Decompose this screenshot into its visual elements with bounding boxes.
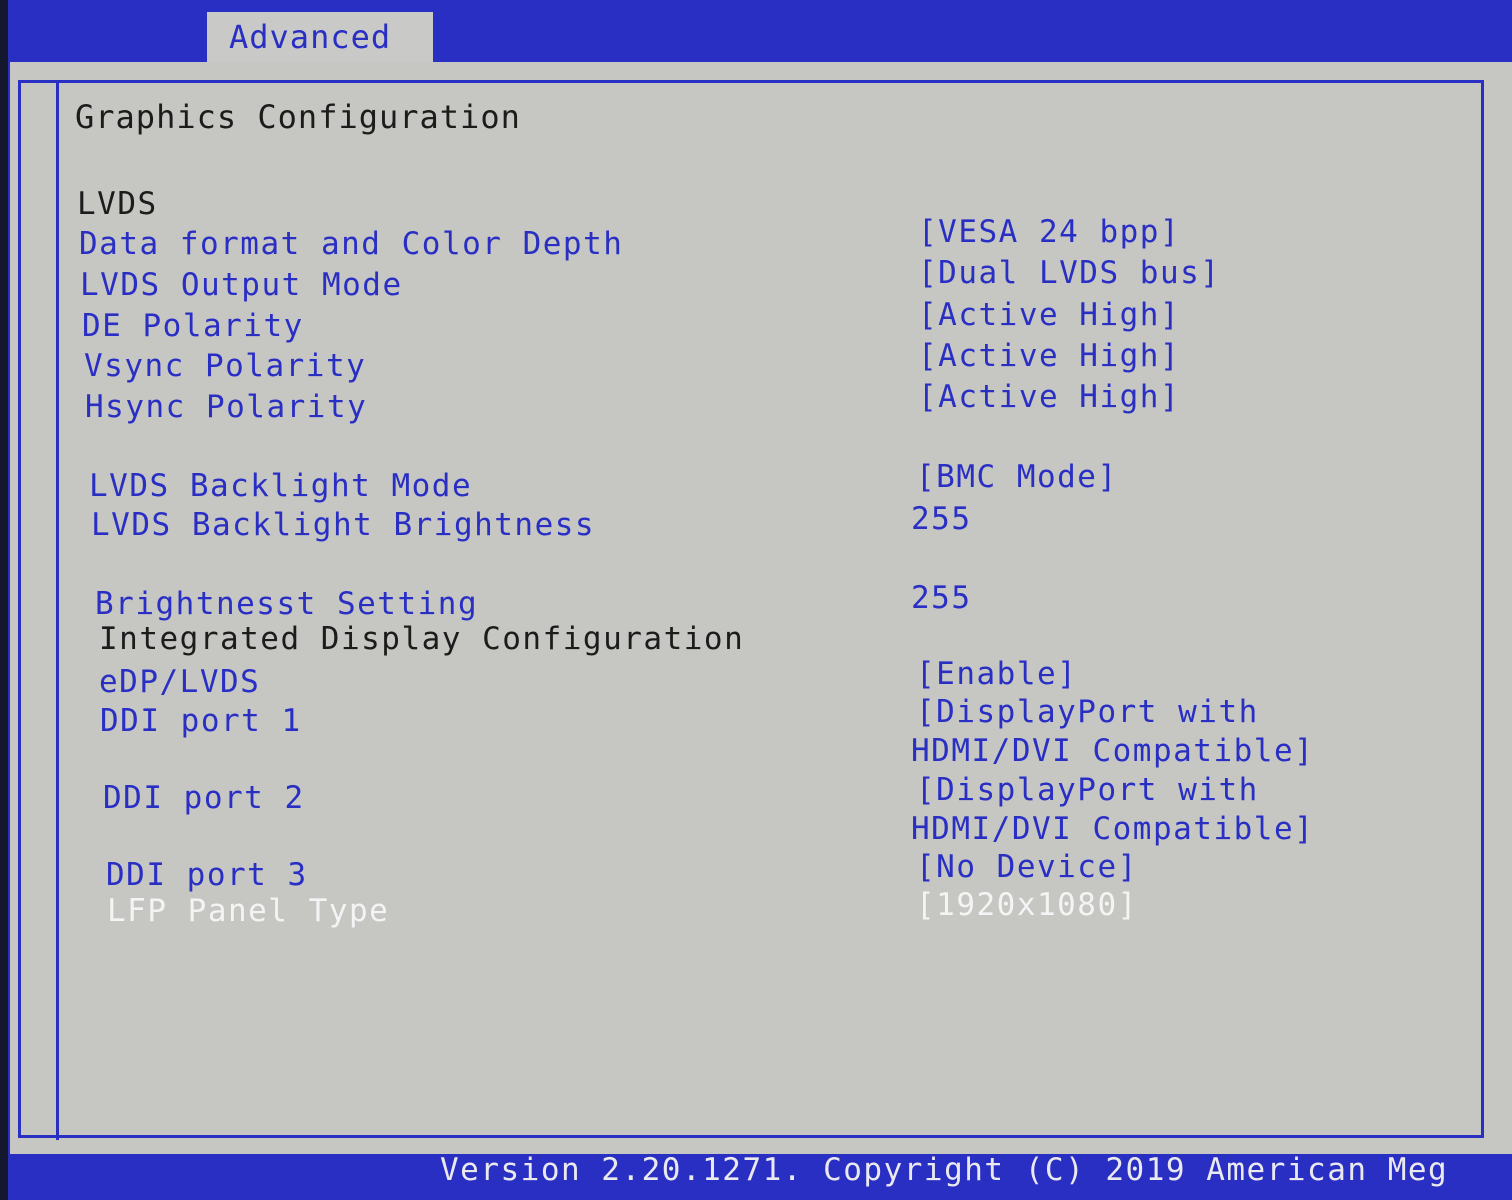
setting-label-backlight-brightness[interactable]: LVDS Backlight Brightness xyxy=(91,507,595,543)
setting-value-ddi-port-1-line2[interactable]: HDMI/DVI Compatible] xyxy=(911,733,1314,769)
setting-label-edp-lvds[interactable]: eDP/LVDS xyxy=(99,664,260,700)
panel-frame-divider xyxy=(56,80,59,1140)
monitor-bezel xyxy=(0,0,8,1200)
setting-value-data-format[interactable]: [VESA 24 bpp] xyxy=(918,214,1180,250)
setting-label-backlight-mode[interactable]: LVDS Backlight Mode xyxy=(89,468,472,504)
setting-value-vsync-polarity[interactable]: [Active High] xyxy=(918,338,1180,374)
tab-advanced[interactable]: Advanced xyxy=(207,12,433,62)
setting-value-edp-lvds[interactable]: [Enable] xyxy=(916,656,1077,692)
setting-value-de-polarity[interactable]: [Active High] xyxy=(918,297,1180,333)
setting-label-brightness-setting[interactable]: Brightnesst Setting xyxy=(95,586,478,622)
setting-label-lfp-panel-type[interactable]: LFP Panel Type xyxy=(107,893,389,929)
setting-label-hsync-polarity[interactable]: Hsync Polarity xyxy=(85,389,367,425)
version-copyright-text: Version 2.20.1271. Copyright (C) 2019 Am… xyxy=(440,1152,1449,1188)
setting-label-ddi-port-3[interactable]: DDI port 3 xyxy=(106,857,308,893)
page-title: Graphics Configuration xyxy=(75,98,521,136)
setting-value-ddi-port-2-line2[interactable]: HDMI/DVI Compatible] xyxy=(911,811,1314,847)
setting-value-ddi-port-2[interactable]: [DisplayPort with xyxy=(916,772,1259,808)
setting-label-de-polarity[interactable]: DE Polarity xyxy=(82,308,304,344)
setting-value-ddi-port-1[interactable]: [DisplayPort with xyxy=(916,694,1259,730)
setting-value-lfp-panel-type[interactable]: [1920x1080] xyxy=(916,887,1138,923)
setting-label-ddi-port-1[interactable]: DDI port 1 xyxy=(100,703,302,739)
setting-value-hsync-polarity[interactable]: [Active High] xyxy=(918,379,1180,415)
setting-value-backlight-brightness[interactable]: 255 xyxy=(911,501,972,537)
integrated-display-heading: Integrated Display Configuration xyxy=(99,621,745,657)
setting-label-lvds-output-mode[interactable]: LVDS Output Mode xyxy=(80,267,403,303)
setting-value-backlight-mode[interactable]: [BMC Mode] xyxy=(916,459,1118,495)
lvds-heading: LVDS xyxy=(77,186,158,222)
setting-label-ddi-port-2[interactable]: DDI port 2 xyxy=(103,780,305,816)
setting-label-vsync-polarity[interactable]: Vsync Polarity xyxy=(84,348,366,384)
setting-value-ddi-port-3[interactable]: [No Device] xyxy=(916,849,1138,885)
setting-label-data-format[interactable]: Data format and Color Depth xyxy=(79,226,623,262)
setting-value-lvds-output-mode[interactable]: [Dual LVDS bus] xyxy=(918,255,1220,291)
setting-value-brightness-setting[interactable]: 255 xyxy=(911,580,972,616)
